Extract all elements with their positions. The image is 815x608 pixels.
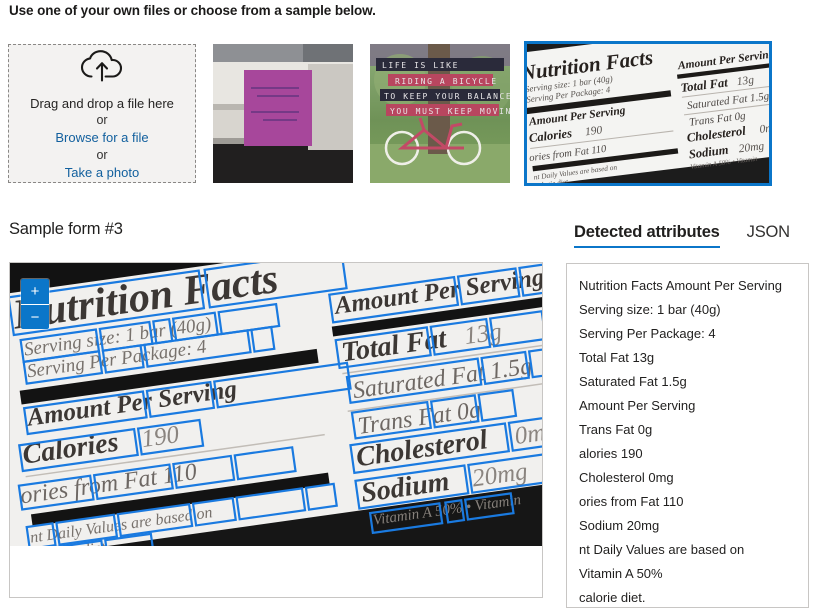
list-item: calorie diet. <box>579 590 646 605</box>
take-a-photo-link[interactable]: Take a photo <box>65 164 139 182</box>
browse-for-file-link[interactable]: Browse for a file <box>55 129 148 147</box>
tab-json[interactable]: JSON <box>747 223 790 248</box>
svg-text:LIFE IS LIKE: LIFE IS LIKE <box>382 61 459 70</box>
file-dropzone[interactable]: Drag and drop a file here or Browse for … <box>8 44 196 183</box>
list-item: Cholesterol 0mg <box>579 470 674 485</box>
list-item: Amount Per Serving <box>579 398 696 413</box>
dropzone-or-1: or <box>96 112 108 127</box>
page-intro-text: Use one of your own files or choose from… <box>9 3 376 18</box>
list-item: ories from Fat 110 <box>579 494 684 509</box>
results-panel: Detected attributes JSON Nutrition Facts… <box>566 212 809 608</box>
sample-thumbnail-bicycle-poster[interactable]: LIFE IS LIKE RIDING A BICYCLE TO KEEP YO… <box>370 44 510 183</box>
zoom-in-button[interactable]: + <box>21 279 49 304</box>
dropzone-primary-text: Drag and drop a file here <box>30 95 174 111</box>
list-item: Total Fat 13g <box>579 350 655 365</box>
list-item: Trans Fat 0g <box>579 422 653 437</box>
zoom-out-button[interactable]: − <box>21 304 49 329</box>
svg-text:YOU MUST KEEP MOVING: YOU MUST KEEP MOVING <box>390 107 510 116</box>
list-item: Sodium 20mg <box>579 518 660 533</box>
svg-text:13g: 13g <box>736 74 755 88</box>
sample-source-row: Drag and drop a file here or Browse for … <box>8 41 772 186</box>
svg-text:0mg: 0mg <box>759 122 769 136</box>
sample-thumbnail-nutrition-facts[interactable]: Nutrition Facts Serving size: 1 bar (40g… <box>524 41 772 186</box>
cloud-upload-icon <box>79 49 125 87</box>
document-viewer[interactable]: Nutrition Facts Serving size: 1 bar (40g… <box>9 262 543 598</box>
detected-attributes-list[interactable]: Nutrition Facts Amount Per Serving Servi… <box>566 263 809 608</box>
list-item: Serving Per Package: 4 <box>579 326 716 341</box>
viewer-canvas[interactable]: Nutrition Facts Serving size: 1 bar (40g… <box>10 263 542 546</box>
zoom-controls[interactable]: + − <box>21 279 49 329</box>
ocr-sample-page: Use one of your own files or choose from… <box>0 0 815 608</box>
dropzone-or-2: or <box>96 147 108 162</box>
list-item: nt Daily Values are based on <box>579 542 745 557</box>
list-item: Serving size: 1 bar (40g) <box>579 302 721 317</box>
list-item: Saturated Fat 1.5g <box>579 374 687 389</box>
list-item: Vitamin A 50% <box>579 566 663 581</box>
tab-detected-attributes[interactable]: Detected attributes <box>574 223 720 248</box>
results-tabs: Detected attributes JSON <box>566 212 809 248</box>
list-item: Nutrition Facts Amount Per Serving <box>579 278 783 293</box>
page-title: Sample form #3 <box>9 220 123 238</box>
svg-text:TO KEEP YOUR BALANCE: TO KEEP YOUR BALANCE <box>384 92 510 101</box>
svg-text:RIDING A BICYCLE: RIDING A BICYCLE <box>395 77 498 86</box>
sample-thumbnail-sticky-note[interactable] <box>213 44 353 183</box>
svg-text:190: 190 <box>584 124 603 138</box>
list-item: alories 190 <box>579 446 643 461</box>
